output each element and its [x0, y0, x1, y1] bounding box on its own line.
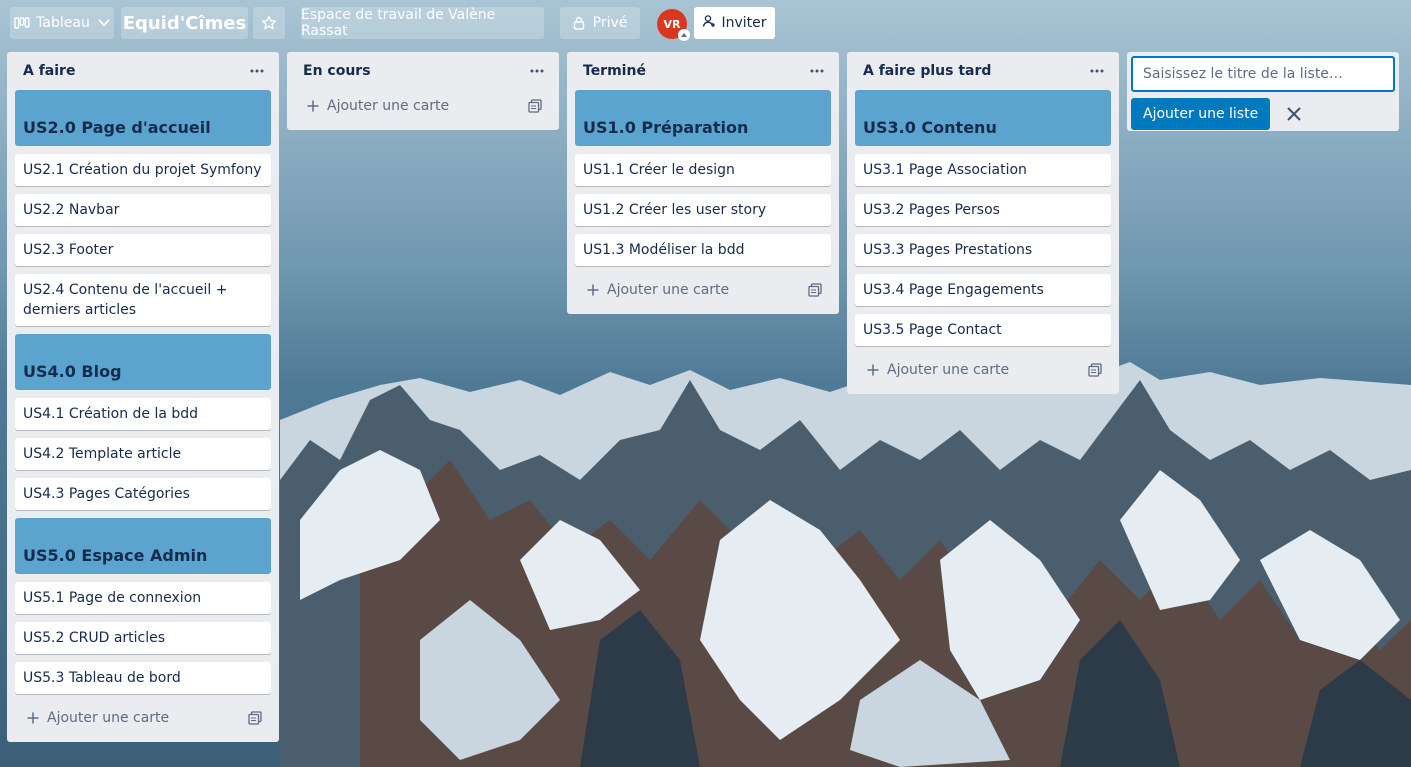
more-options-icon[interactable]	[1087, 61, 1107, 81]
list-a-faire: A faire US2.0 Page d'accueil US2.1 Créat…	[7, 52, 279, 742]
invite-label: Inviter	[721, 15, 767, 31]
board-title[interactable]: Equid'Cîmes	[121, 7, 248, 39]
more-options-icon[interactable]	[527, 61, 547, 81]
card[interactable]: US2.3 Footer	[15, 234, 271, 266]
avatar-initials: VR	[663, 17, 681, 31]
card-list: US3.0 Contenu US3.1 Page Association US3…	[847, 90, 1119, 346]
template-icon[interactable]	[1087, 362, 1103, 378]
board-header: Tableau Equid'Cîmes Espace de travail de…	[0, 0, 1411, 46]
more-options-icon[interactable]	[807, 61, 827, 81]
board-view-switcher[interactable]: Tableau	[10, 7, 114, 39]
card[interactable]: US1.1 Créer le design	[575, 154, 831, 186]
card[interactable]: US3.2 Pages Persos	[855, 194, 1111, 226]
list-header: Terminé	[567, 52, 839, 90]
add-card-label: Ajouter une carte	[887, 362, 1010, 378]
card[interactable]: US2.4 Contenu de l'accueil + derniers ar…	[15, 274, 271, 326]
card[interactable]: US3.1 Page Association	[855, 154, 1111, 186]
visibility-button[interactable]: Privé	[560, 7, 640, 39]
card-cover[interactable]: US2.0 Page d'accueil	[15, 90, 271, 146]
template-icon[interactable]	[527, 98, 543, 114]
board-view-icon	[14, 17, 30, 29]
add-card-label: Ajouter une carte	[47, 710, 170, 726]
list-title[interactable]: A faire	[23, 63, 75, 79]
list-title[interactable]: En cours	[303, 63, 371, 79]
card-cover[interactable]: US4.0 Blog	[15, 334, 271, 390]
list-header: A faire	[7, 52, 279, 90]
plus-icon	[25, 710, 41, 726]
list-header: En cours	[287, 52, 559, 90]
add-person-icon	[702, 14, 716, 32]
list-title-input[interactable]	[1131, 56, 1395, 92]
more-options-icon[interactable]	[247, 61, 267, 81]
list-termine: Terminé US1.0 Préparation US1.1 Créer le…	[567, 52, 839, 314]
list-title[interactable]: Terminé	[583, 63, 646, 79]
board-view-label: Tableau	[36, 15, 90, 31]
card[interactable]: US2.1 Création du projet Symfony	[15, 154, 271, 186]
card[interactable]: US5.2 CRUD articles	[15, 622, 271, 654]
add-card-button[interactable]: Ajouter une carte	[855, 354, 1111, 386]
list-header: A faire plus tard	[847, 52, 1119, 90]
visibility-label: Privé	[592, 15, 628, 31]
card[interactable]: US1.2 Créer les user story	[575, 194, 831, 226]
star-button[interactable]	[253, 7, 285, 39]
invite-button[interactable]: Inviter	[694, 7, 775, 39]
add-card-button[interactable]: Ajouter une carte	[575, 274, 831, 306]
card[interactable]: US3.5 Page Contact	[855, 314, 1111, 346]
card-cover[interactable]: US3.0 Contenu	[855, 90, 1111, 146]
card[interactable]: US4.3 Pages Catégories	[15, 478, 271, 510]
add-card-button[interactable]: Ajouter une carte	[295, 90, 551, 122]
card-cover[interactable]: US1.0 Préparation	[575, 90, 831, 146]
chevron-down-icon	[98, 19, 110, 27]
lock-icon	[573, 16, 585, 30]
workspace-button[interactable]: Espace de travail de Valène Rassat	[301, 7, 544, 39]
add-card-label: Ajouter une carte	[607, 282, 730, 298]
card[interactable]: US2.2 Navbar	[15, 194, 271, 226]
template-icon[interactable]	[807, 282, 823, 298]
add-card-button[interactable]: Ajouter une carte	[15, 702, 271, 734]
avatar[interactable]: VR	[657, 9, 690, 41]
add-list-button[interactable]: Ajouter une liste	[1131, 98, 1271, 130]
add-list-composer: Ajouter une liste	[1127, 52, 1399, 131]
list-en-cours: En cours Ajouter une carte	[287, 52, 559, 130]
card[interactable]: US3.4 Page Engagements	[855, 274, 1111, 306]
card-cover[interactable]: US5.0 Espace Admin	[15, 518, 271, 574]
template-icon[interactable]	[247, 710, 263, 726]
plus-icon	[305, 98, 321, 114]
star-icon	[261, 15, 277, 31]
card-list: US2.0 Page d'accueil US2.1 Création du p…	[7, 90, 279, 694]
add-card-label: Ajouter une carte	[327, 98, 450, 114]
card[interactable]: US5.3 Tableau de bord	[15, 662, 271, 694]
list-a-faire-plus-tard: A faire plus tard US3.0 Contenu US3.1 Pa…	[847, 52, 1119, 394]
card[interactable]: US4.2 Template article	[15, 438, 271, 470]
card[interactable]: US5.1 Page de connexion	[15, 582, 271, 614]
admin-badge-icon	[678, 29, 690, 41]
close-icon[interactable]	[1282, 102, 1306, 126]
card-list: US1.0 Préparation US1.1 Créer le design …	[567, 90, 839, 266]
plus-icon	[865, 362, 881, 378]
card[interactable]: US1.3 Modéliser la bdd	[575, 234, 831, 266]
list-title[interactable]: A faire plus tard	[863, 63, 991, 79]
card[interactable]: US3.3 Pages Prestations	[855, 234, 1111, 266]
plus-icon	[585, 282, 601, 298]
card[interactable]: US4.1 Création de la bdd	[15, 398, 271, 430]
